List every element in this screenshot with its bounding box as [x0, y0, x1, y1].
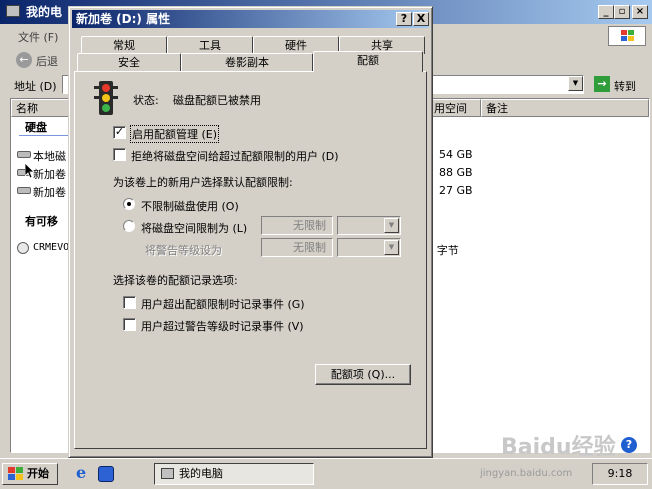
log-exceed-warn-checkbox[interactable]	[123, 318, 136, 331]
no-limit-radio[interactable]	[123, 198, 135, 210]
watermark-url: jingyan.baidu.com	[480, 468, 573, 479]
menu-file[interactable]: 文件 (F)	[18, 29, 58, 45]
computer-icon	[6, 5, 20, 17]
drive-name: 本地磁	[33, 150, 66, 163]
deny-space-label[interactable]: 拒绝将磁盘空间给超过配额限制的用户 (D)	[131, 148, 339, 164]
start-label: 开始	[27, 467, 49, 480]
limit-to-label[interactable]: 将磁盘空间限制为 (L)	[141, 220, 247, 236]
go-arrow-icon: →	[594, 76, 610, 92]
taskbar-my-computer[interactable]: 我的电脑	[154, 463, 314, 485]
tab-security[interactable]: 安全	[77, 53, 181, 71]
default-limit-header: 为该卷上的新用户选择默认配额限制:	[113, 176, 293, 189]
windows-flag-icon	[8, 467, 23, 480]
drive-free-space: 54 GB	[439, 148, 473, 161]
taskbar: 开始 e 我的电脑 jingyan.baidu.com 9:18	[0, 458, 652, 489]
dialog-title: 新加卷 (D:) 属性	[76, 12, 171, 26]
system-tray-clock[interactable]: 9:18	[592, 463, 648, 485]
quicklaunch-explorer-icon[interactable]	[98, 466, 114, 482]
enable-quota-checkbox[interactable]: ✓	[113, 126, 126, 139]
radio-selected-dot	[127, 202, 131, 206]
mouse-cursor-icon	[25, 163, 35, 179]
back-button[interactable]: 后退	[36, 53, 58, 69]
log-exceed-warn-label[interactable]: 用户超过警告等级时记录事件 (V)	[141, 318, 304, 334]
maximize-button[interactable]: ▫	[614, 5, 630, 19]
traffic-light-icon	[94, 81, 118, 115]
warn-unit-combo[interactable]: ▼	[337, 238, 401, 257]
limit-value-field[interactable]: 无限制	[261, 216, 333, 235]
group-hard-disks: 硬盘	[25, 121, 47, 134]
log-exceed-limit-label[interactable]: 用户超出配额限制时记录事件 (G)	[141, 296, 305, 312]
quicklaunch-ie-icon[interactable]: e	[76, 465, 92, 482]
column-header-name[interactable]: 名称	[11, 99, 71, 117]
status-text: 磁盘配额已被禁用	[173, 94, 261, 107]
drive-name: 新加卷	[33, 186, 66, 199]
no-limit-label[interactable]: 不限制磁盘使用 (O)	[141, 198, 239, 214]
log-options-header: 选择该卷的配额记录选项:	[113, 274, 238, 287]
drive-free-space: 88 GB	[439, 166, 473, 179]
warn-level-label: 将警告等级设为	[145, 244, 222, 257]
start-button[interactable]: 开始	[2, 463, 58, 485]
drive-name: 新加卷	[33, 168, 66, 181]
column-header-comment[interactable]: 备注	[481, 99, 649, 117]
group-divider	[19, 135, 69, 136]
help-button[interactable]: ?	[396, 12, 412, 26]
limit-to-radio[interactable]	[123, 220, 135, 232]
properties-dialog: 新加卷 (D:) 属性 ? X 常规 工具 硬件 共享 安全 卷影副本 配额 状…	[68, 6, 433, 458]
go-button[interactable]: 转到	[614, 78, 636, 94]
cd-drive-size: ) 字节	[429, 244, 459, 257]
computer-icon	[161, 468, 174, 479]
address-label: 地址 (D)	[14, 80, 57, 93]
minimize-button[interactable]: _	[598, 5, 614, 19]
deny-space-checkbox[interactable]	[113, 148, 126, 161]
baidu-watermark: Baidu经验	[501, 435, 616, 460]
column-header-free-space[interactable]: 用空间	[429, 99, 481, 117]
tab-tools[interactable]: 工具	[167, 36, 253, 54]
tab-shadow-copies[interactable]: 卷影副本	[181, 53, 313, 71]
log-exceed-limit-checkbox[interactable]	[123, 296, 136, 309]
tab-quota[interactable]: 配额	[313, 51, 423, 72]
quota-entries-button[interactable]: 配额项 (Q)...	[315, 364, 411, 385]
close-button[interactable]: ×	[632, 5, 648, 19]
drive-free-space: 27 GB	[439, 184, 473, 197]
status-label: 状态:	[133, 94, 159, 107]
quota-tab-panel: 状态: 磁盘配额已被禁用 ✓ 启用配额管理 (E) 拒绝将磁盘空间给超过配额限制…	[74, 71, 427, 449]
back-arrow-icon: ←	[16, 52, 32, 68]
chevron-down-icon: ▼	[384, 218, 399, 233]
dialog-close-button[interactable]: X	[413, 12, 429, 26]
limit-unit-combo[interactable]: ▼	[337, 216, 401, 235]
status-help-icon: ?	[621, 437, 637, 453]
cd-drive-icon	[17, 242, 29, 254]
address-dropdown-button[interactable]: ▼	[568, 76, 583, 91]
warn-value-field[interactable]: 无限制	[261, 238, 333, 257]
explorer-title: 我的电	[26, 5, 63, 19]
tab-general[interactable]: 常规	[81, 36, 167, 54]
clock: 9:18	[607, 467, 633, 480]
chevron-down-icon: ▼	[384, 240, 399, 255]
cd-drive-name: CRMEVO	[33, 242, 70, 253]
group-removable-storage: 有可移	[25, 215, 58, 228]
enable-quota-label[interactable]: 启用配额管理 (E)	[129, 125, 220, 143]
dialog-titlebar: 新加卷 (D:) 属性 ? X	[72, 10, 429, 28]
drive-icon	[17, 187, 31, 194]
windows-logo-icon	[608, 26, 646, 46]
task-label: 我的电脑	[179, 467, 223, 480]
drive-icon	[17, 151, 31, 158]
